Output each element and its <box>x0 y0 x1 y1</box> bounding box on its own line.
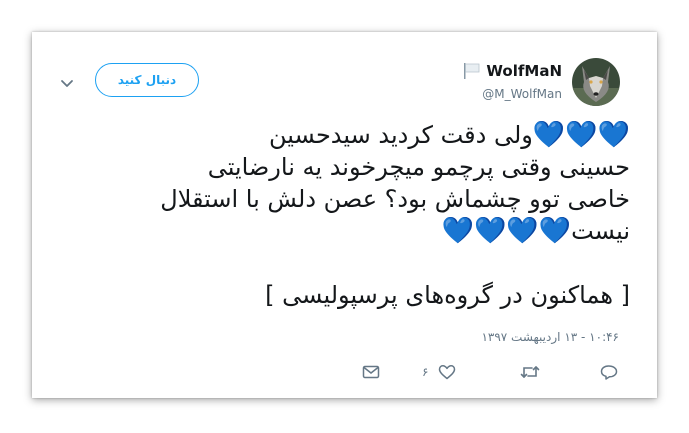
blue-heart-emoji: 💙 <box>597 120 630 150</box>
tweet-text-line: خاصی توو چشماش بود؟ عصن دلش با استقلال <box>160 185 630 213</box>
blue-heart-emoji: 💙 <box>532 120 566 150</box>
flag-icon <box>462 62 482 80</box>
blue-heart-emoji: 💙 <box>441 216 474 246</box>
blue-heart-emoji: 💙 <box>473 216 507 246</box>
follow-button[interactable]: دنبال کنید <box>95 63 199 97</box>
display-name-text: WolfMaN <box>486 62 562 80</box>
tweet-timestamp[interactable]: ۱۰:۴۶ - ۱۳ اردیبهشت ۱۳۹۷ <box>481 330 619 344</box>
tweet-text: 💙💙💙ولی دقت کردید سیدحسین حسینی وقتی پرچم… <box>70 119 630 311</box>
envelope-icon <box>362 364 380 380</box>
action-bar: ۶ <box>32 362 657 382</box>
tweet-text-line: حسینی وقتی پرچمو میچرخوند یه نارضایتی <box>207 153 630 181</box>
dm-button[interactable] <box>362 362 380 382</box>
retweet-icon <box>520 364 540 380</box>
reply-button[interactable] <box>600 362 618 382</box>
heart-icon <box>438 364 456 380</box>
tweet-card: WolfMaN @M_WolfMan دنبال کنید 💙💙💙ولی دقت… <box>32 32 657 398</box>
reply-icon <box>600 364 618 380</box>
avatar[interactable] <box>572 58 620 106</box>
like-count: ۶ <box>422 365 429 379</box>
tweet-text-line: نیست💙💙💙💙 <box>441 216 630 246</box>
display-name[interactable]: WolfMaN <box>462 62 562 80</box>
blue-heart-emoji: 💙 <box>565 120 598 150</box>
tweet-text-line: 💙💙💙ولی دقت کردید سیدحسین <box>269 120 630 150</box>
blue-heart-emoji: 💙 <box>506 216 539 246</box>
like-button[interactable]: ۶ <box>422 362 456 382</box>
blue-heart-emoji: 💙 <box>538 216 572 246</box>
user-handle[interactable]: @M_WolfMan <box>482 87 562 101</box>
chevron-down-icon[interactable] <box>60 74 74 87</box>
tweet-footer-line: [ هماکنون در گروه‌های پرسپولیسی ] <box>265 281 630 309</box>
wolf-avatar-image <box>572 58 620 106</box>
retweet-button[interactable] <box>520 362 540 382</box>
